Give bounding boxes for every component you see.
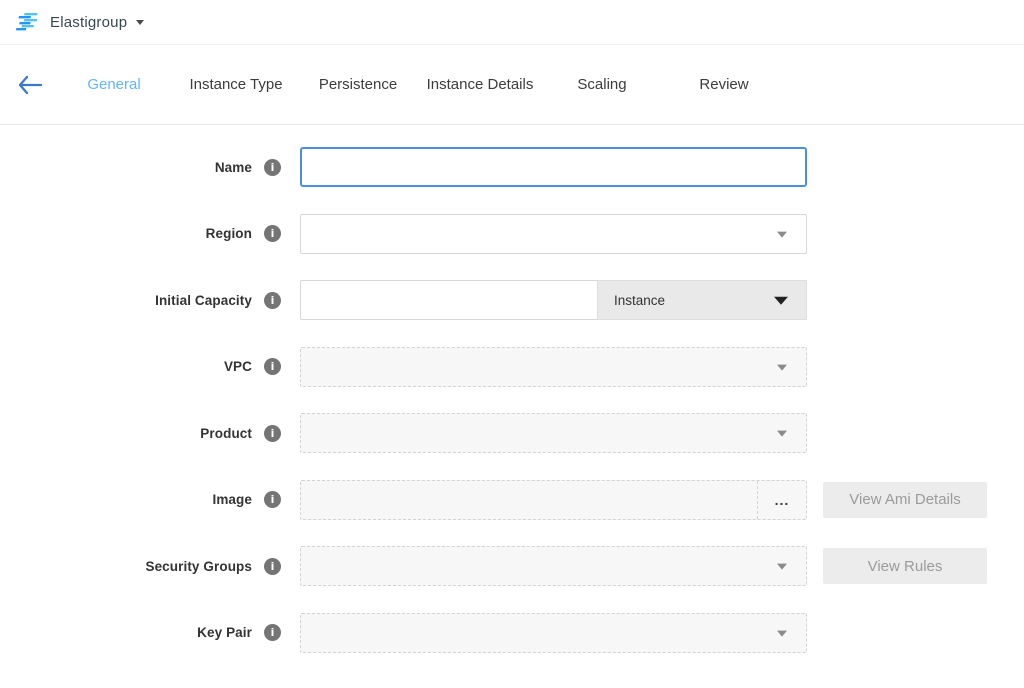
key-pair-select [300,613,807,653]
region-label: Region [0,226,252,241]
info-icon[interactable]: i [264,491,281,508]
product-name: Elastigroup [50,14,127,31]
elastigroup-logo-icon [14,11,40,33]
view-ami-details-button[interactable]: View Ami Details [823,482,987,518]
view-rules-button[interactable]: View Rules [823,548,987,584]
chevron-down-icon [774,297,788,305]
wizard-tab-bar: General Instance Type Persistence Instan… [0,45,1024,125]
vpc-select [300,347,807,387]
general-form: Name i Region i Initial Capacity i Insta… [0,125,1024,653]
chevron-down-icon [777,564,787,570]
security-groups-row: Security Groups i View Rules [0,546,1024,586]
product-row: Product i [0,413,1024,453]
key-pair-row: Key Pair i [0,613,1024,653]
capacity-unit-select[interactable]: Instance [597,280,807,320]
top-bar: Elastigroup [0,0,1024,45]
name-input[interactable] [300,147,807,187]
arrow-left-icon [17,75,43,95]
region-row: Region i [0,214,1024,254]
image-row: Image i ... View Ami Details [0,480,1024,520]
image-input: ... [300,480,807,520]
back-button[interactable] [17,75,43,95]
region-select[interactable] [300,214,807,254]
key-pair-label: Key Pair [0,625,252,640]
vpc-row: VPC i [0,347,1024,387]
chevron-down-icon [777,431,787,437]
tab-persistence[interactable]: Persistence [297,76,419,93]
tab-scaling[interactable]: Scaling [541,76,663,93]
product-label: Product [0,426,252,441]
tab-general[interactable]: General [53,76,175,93]
tab-instance-details[interactable]: Instance Details [419,76,541,93]
security-groups-select [300,546,807,586]
tab-instance-type[interactable]: Instance Type [175,76,297,93]
security-groups-label: Security Groups [0,559,252,574]
vpc-label: VPC [0,359,252,374]
chevron-down-icon [777,630,787,636]
initial-capacity-row: Initial Capacity i Instance [0,280,1024,320]
wizard-tabs: General Instance Type Persistence Instan… [53,76,785,93]
name-row: Name i [0,147,1024,187]
initial-capacity-label: Initial Capacity [0,293,252,308]
info-icon[interactable]: i [264,425,281,442]
info-icon[interactable]: i [264,159,281,176]
info-icon[interactable]: i [264,292,281,309]
initial-capacity-input[interactable] [300,280,597,320]
chevron-down-icon [777,231,787,237]
tab-review[interactable]: Review [663,76,785,93]
name-label: Name [0,160,252,175]
image-label: Image [0,492,252,507]
chevron-down-icon [777,364,787,370]
info-icon[interactable]: i [264,225,281,242]
info-icon[interactable]: i [264,358,281,375]
product-select [300,413,807,453]
info-icon[interactable]: i [264,558,281,575]
chevron-down-icon [136,20,144,25]
info-icon[interactable]: i [264,624,281,641]
browse-image-button[interactable]: ... [757,481,806,519]
product-switcher[interactable]: Elastigroup [14,11,144,33]
capacity-unit-value: Instance [614,293,665,308]
